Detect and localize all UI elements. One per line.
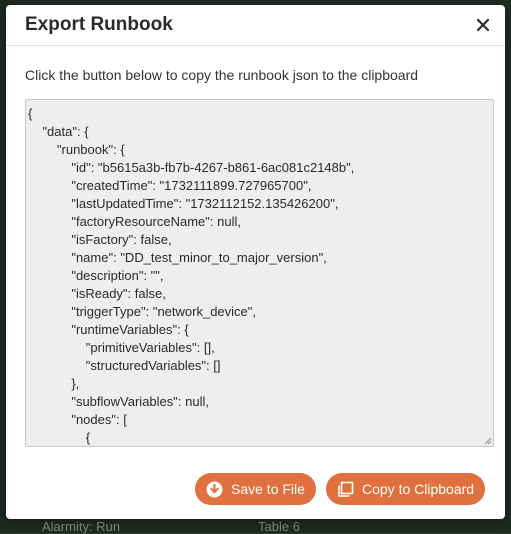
json-line: }, xyxy=(28,376,80,391)
copy-to-clipboard-label: Copy to Clipboard xyxy=(362,481,475,497)
json-text: { "data": { "runbook": { "id": "b5615a3b… xyxy=(26,100,493,446)
json-line: "runbook": { xyxy=(28,142,125,157)
json-line: "nodes": [ xyxy=(28,412,127,427)
json-line: "lastUpdatedTime": "1732112152.135426200… xyxy=(28,196,339,211)
json-line: "subflowVariables": null, xyxy=(28,394,209,409)
save-to-file-label: Save to File xyxy=(231,481,305,497)
dialog-header: Export Runbook xyxy=(6,5,505,46)
dialog-title: Export Runbook xyxy=(25,14,173,35)
runbook-json-textarea[interactable]: { "data": { "runbook": { "id": "b5615a3b… xyxy=(25,99,494,447)
export-runbook-dialog: Export Runbook Click the button below to… xyxy=(6,5,505,519)
json-line: "primitiveVariables": [], xyxy=(28,340,215,355)
json-line: "isReady": false, xyxy=(28,286,166,301)
json-line: "id": "b5615a3b-fb7b-4267-b861-6ac081c21… xyxy=(28,160,355,175)
instruction-text: Click the button below to copy the runbo… xyxy=(25,67,419,83)
json-line: { xyxy=(28,106,33,121)
json-line: "data": { xyxy=(28,124,89,139)
close-button[interactable] xyxy=(473,15,493,35)
copy-icon xyxy=(337,481,354,498)
resize-grip-icon[interactable] xyxy=(482,435,492,445)
json-line: "factoryResourceName": null, xyxy=(28,214,241,229)
json-line: "triggerType": "network_device", xyxy=(28,304,256,319)
json-line: "createdTime": "1732111899.727965700", xyxy=(28,178,312,193)
json-line: { xyxy=(28,430,91,445)
json-line: "isFactory": false, xyxy=(28,232,172,247)
close-icon xyxy=(477,19,489,31)
save-to-file-button[interactable]: Save to File xyxy=(195,473,316,505)
json-line: "description": "", xyxy=(28,268,164,283)
background-text-left: Alarmity: Run xyxy=(42,519,121,534)
copy-to-clipboard-button[interactable]: Copy to Clipboard xyxy=(326,473,485,505)
background-text-right: Table 6 xyxy=(258,519,300,534)
json-line: "runtimeVariables": { xyxy=(28,322,189,337)
json-line: "name": "DD_test_minor_to_major_version"… xyxy=(28,250,327,265)
json-line: "structuredVariables": [] xyxy=(28,358,221,373)
download-circle-icon xyxy=(206,481,223,498)
